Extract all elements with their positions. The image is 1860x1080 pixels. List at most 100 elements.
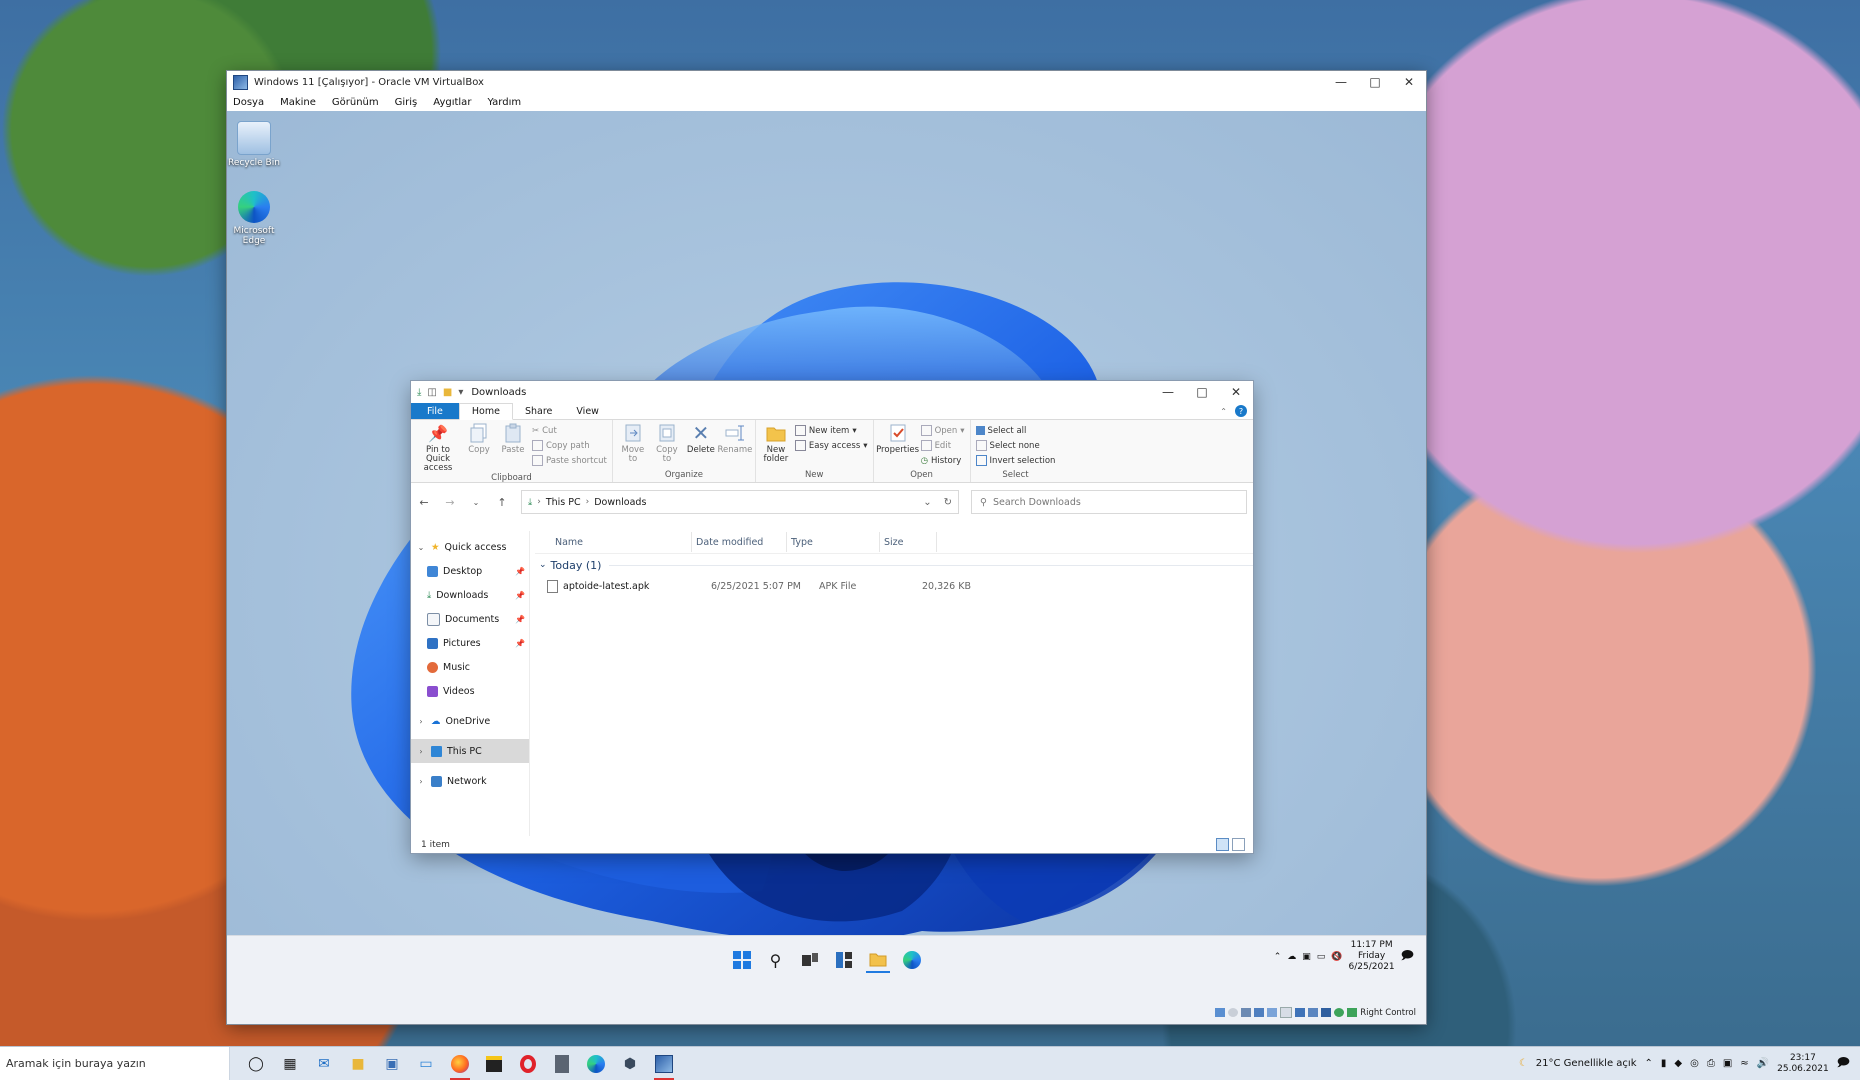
column-header-date[interactable]: Date modified — [692, 532, 787, 552]
desktop-icon-recycle-bin[interactable]: Recycle Bin — [227, 121, 281, 168]
expand-chevron-icon[interactable]: ⌄ — [416, 543, 426, 552]
up-arrow-icon[interactable]: ↑ — [495, 496, 509, 509]
cpu-icon[interactable] — [1321, 1008, 1332, 1017]
menu-aygitlar[interactable]: Aygıtlar — [433, 97, 471, 108]
nav-videos[interactable]: Videos — [411, 679, 529, 703]
usb-icon[interactable] — [1267, 1008, 1278, 1017]
opera-icon[interactable] — [518, 1054, 538, 1074]
cut-button[interactable]: ✂ Cut — [532, 424, 607, 437]
display-icon[interactable] — [1295, 1008, 1306, 1017]
host-search-input[interactable]: Aramak için buraya yazın — [6, 1057, 146, 1070]
new-folder-button[interactable]: New folder — [761, 422, 791, 470]
open-button[interactable]: Open ▾ — [920, 424, 965, 437]
move-to-button[interactable]: Move to — [618, 422, 648, 470]
virtualbox-icon[interactable] — [654, 1054, 674, 1080]
keyboard-capture-icon[interactable] — [1347, 1008, 1358, 1017]
network-computer-icon[interactable]: ▣ — [382, 1054, 402, 1074]
copy-to-button[interactable]: Copy to — [652, 422, 682, 470]
delete-button[interactable]: ✕ Delete — [686, 422, 716, 470]
explorer-minimize-button[interactable]: — — [1151, 381, 1185, 403]
tab-home[interactable]: Home — [458, 403, 513, 420]
properties-button[interactable]: Properties — [876, 422, 919, 470]
guest-clock[interactable]: 11:17 PM Friday 6/25/2021 — [1349, 940, 1395, 973]
display-icon[interactable]: ▭ — [1317, 952, 1326, 962]
expand-chevron-icon[interactable]: › — [416, 717, 426, 726]
column-header-name[interactable]: Name — [535, 532, 692, 552]
notification-icon[interactable]: 🗩 — [1401, 946, 1414, 967]
paste-shortcut-button[interactable]: Paste shortcut — [532, 454, 607, 467]
paste-button[interactable]: Paste — [498, 422, 528, 473]
search-input[interactable]: Search Downloads — [993, 497, 1081, 508]
firefox-icon[interactable] — [450, 1054, 470, 1080]
package-icon[interactable]: ⬢ — [620, 1054, 640, 1074]
volume-icon[interactable]: 🔊 — [1757, 1058, 1769, 1069]
close-button[interactable]: ✕ — [1392, 71, 1426, 93]
notification-icon[interactable]: 🗩 — [1837, 1053, 1850, 1074]
sticky-notes-icon[interactable] — [484, 1054, 504, 1074]
easy-access-button[interactable]: Easy access ▾ — [794, 439, 868, 452]
copy-path-button[interactable]: Copy path — [532, 439, 607, 452]
widgets-icon[interactable] — [832, 948, 856, 972]
calculator-icon[interactable] — [552, 1054, 572, 1074]
history-button[interactable]: ◷ History — [921, 454, 965, 467]
show-hidden-icons-chevron-icon[interactable]: ⌃ — [1645, 1058, 1653, 1069]
address-bar[interactable]: ⤓ › This PC › Downloads ⌄ ↻ — [521, 490, 959, 514]
edge-icon[interactable] — [586, 1054, 606, 1074]
select-all-button[interactable]: Select all — [975, 424, 1056, 437]
breadcrumb-this-pc[interactable]: This PC — [546, 497, 581, 508]
column-header-type[interactable]: Type — [787, 532, 880, 552]
select-none-button[interactable]: Select none — [975, 439, 1056, 452]
new-item-button[interactable]: New item ▾ — [794, 424, 868, 437]
rename-button[interactable]: Rename — [717, 422, 752, 470]
shared-folders-icon[interactable] — [1280, 1007, 1293, 1018]
shield-icon[interactable]: ◆ — [1674, 1058, 1682, 1069]
table-row[interactable]: aptoide-latest.apk 6/25/2021 5:07 PM APK… — [535, 576, 1253, 596]
network-icon[interactable]: ▣ — [1302, 952, 1311, 962]
explorer-maximize-button[interactable]: □ — [1185, 381, 1219, 403]
file-explorer-icon[interactable] — [865, 947, 890, 973]
copy-button[interactable]: Copy — [464, 422, 494, 473]
nav-pictures[interactable]: Pictures 📌 — [411, 631, 529, 655]
expand-chevron-icon[interactable]: › — [416, 747, 426, 756]
pin-to-quick-access-button[interactable]: 📌 Pin to Quick access — [416, 422, 460, 473]
help-icon[interactable]: ? — [1235, 405, 1247, 417]
desktop-icon-edge[interactable]: Microsoft Edge — [227, 191, 281, 246]
expand-chevron-icon[interactable]: › — [416, 777, 426, 786]
virtualbox-titlebar[interactable]: Windows 11 [Çalışıyor] - Oracle VM Virtu… — [227, 71, 1426, 93]
hard-disk-icon[interactable] — [1215, 1008, 1226, 1017]
refresh-icon[interactable]: ↻ — [944, 497, 952, 508]
menu-giris[interactable]: Giriş — [395, 97, 418, 108]
wifi-icon[interactable]: ≈ — [1740, 1058, 1748, 1069]
nav-documents[interactable]: Documents 📌 — [411, 607, 529, 631]
nav-music[interactable]: Music — [411, 655, 529, 679]
menu-gorunum[interactable]: Görünüm — [332, 97, 379, 108]
menu-dosya[interactable]: Dosya — [233, 97, 264, 108]
edge-icon[interactable] — [900, 948, 924, 972]
edit-button[interactable]: Edit — [920, 439, 965, 452]
collapse-chevron-icon[interactable]: ⌄ — [539, 560, 547, 570]
nav-this-pc[interactable]: › This PC — [411, 739, 529, 763]
minimize-button[interactable]: — — [1324, 71, 1358, 93]
maximize-button[interactable]: □ — [1358, 71, 1392, 93]
menu-yardim[interactable]: Yardım — [487, 97, 521, 108]
nav-desktop[interactable]: Desktop 📌 — [411, 559, 529, 583]
usb-icon[interactable]: ▣ — [1723, 1058, 1732, 1069]
mail-icon[interactable]: ✉ — [314, 1054, 334, 1074]
volume-mute-icon[interactable]: 🔇 — [1331, 952, 1342, 962]
breadcrumb-downloads[interactable]: Downloads — [594, 497, 646, 508]
windows-start-icon[interactable] — [730, 948, 754, 972]
tab-file[interactable]: File — [411, 403, 459, 419]
group-header-today[interactable]: ⌄ Today (1) — [535, 554, 1253, 576]
network-adapter-icon[interactable] — [1254, 1008, 1265, 1017]
nav-downloads[interactable]: ⤓ Downloads 📌 — [411, 583, 529, 607]
task-view-icon[interactable] — [798, 948, 822, 972]
printer-icon[interactable]: ⎙ — [1707, 1058, 1715, 1069]
host-search-box[interactable]: Aramak için buraya yazın — [0, 1047, 230, 1080]
audio-icon[interactable] — [1241, 1008, 1252, 1017]
cloud-icon[interactable]: ☁ — [1287, 952, 1296, 962]
weather-text[interactable]: 21°C Genellikle açık — [1536, 1058, 1637, 1069]
nav-quick-access[interactable]: ⌄ ★ Quick access — [411, 535, 529, 559]
host-clock[interactable]: 23:17 25.06.2021 — [1777, 1053, 1829, 1075]
invert-selection-button[interactable]: Invert selection — [975, 454, 1055, 467]
column-header-size[interactable]: Size — [880, 532, 937, 552]
